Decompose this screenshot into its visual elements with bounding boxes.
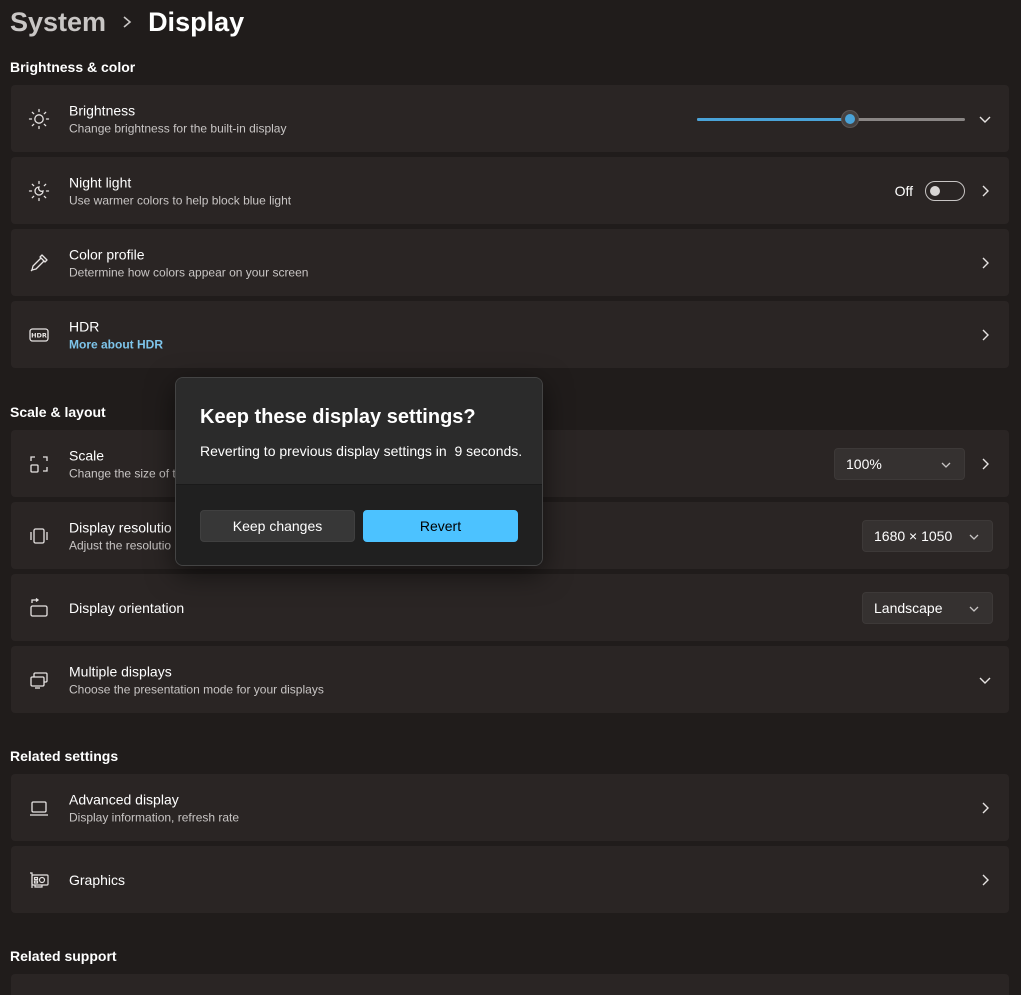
night-light-card[interactable]: Night light Use warmer colors to help bl… bbox=[11, 157, 1009, 224]
sun-icon bbox=[28, 108, 50, 130]
dialog-title: Keep these display settings? bbox=[200, 406, 476, 428]
chevron-down-icon bbox=[968, 603, 980, 615]
brightness-subtitle: Change brightness for the built-in displ… bbox=[69, 121, 287, 135]
section-brightness-color: Brightness & color bbox=[10, 59, 136, 75]
orientation-icon bbox=[28, 597, 50, 619]
chevron-down-icon[interactable] bbox=[977, 111, 993, 127]
color-profile-card[interactable]: Color profile Determine how colors appea… bbox=[11, 229, 1009, 296]
brightness-title: Brightness bbox=[69, 102, 136, 118]
multiple-displays-icon bbox=[28, 669, 50, 691]
section-related-support: Related support bbox=[10, 948, 117, 964]
resolution-value: 1680 × 1050 bbox=[874, 527, 953, 544]
resolution-dropdown[interactable]: 1680 × 1050 bbox=[862, 519, 993, 552]
advanced-display-card[interactable]: Advanced display Display information, re… bbox=[11, 774, 1009, 841]
scale-dropdown[interactable]: 100% bbox=[834, 447, 965, 480]
multiple-displays-card[interactable]: Multiple displays Choose the presentatio… bbox=[11, 646, 1009, 713]
chevron-down-icon[interactable] bbox=[977, 672, 993, 688]
breadcrumb-system[interactable]: System bbox=[10, 7, 106, 38]
slider-thumb[interactable] bbox=[840, 109, 859, 128]
orientation-dropdown[interactable]: Landscape bbox=[862, 591, 993, 624]
keep-settings-dialog: Keep these display settings? Reverting t… bbox=[175, 377, 543, 566]
hdr-title: HDR bbox=[69, 318, 100, 334]
scale-icon bbox=[28, 453, 50, 475]
resolution-icon bbox=[28, 525, 50, 547]
brightness-card[interactable]: Brightness Change brightness for the bui… bbox=[11, 85, 1009, 152]
related-support-card[interactable] bbox=[11, 974, 1009, 995]
chevron-right-icon[interactable] bbox=[977, 456, 993, 472]
chevron-right-icon[interactable] bbox=[977, 255, 993, 271]
scale-subtitle: Change the size of t bbox=[69, 466, 176, 480]
scale-value: 100% bbox=[846, 455, 882, 472]
color-profile-subtitle: Determine how colors appear on your scre… bbox=[69, 265, 309, 279]
multiple-displays-title: Multiple displays bbox=[69, 663, 172, 679]
scale-title: Scale bbox=[69, 447, 105, 463]
page-title: Display bbox=[148, 6, 245, 37]
laptop-icon bbox=[28, 797, 50, 819]
graphics-card[interactable]: Graphics bbox=[11, 846, 1009, 913]
chevron-down-icon bbox=[940, 459, 952, 471]
resolution-subtitle: Adjust the resolutio bbox=[69, 538, 172, 552]
night-light-title: Night light bbox=[69, 174, 132, 190]
multiple-displays-subtitle: Choose the presentation mode for your di… bbox=[69, 682, 324, 696]
night-light-subtitle: Use warmer colors to help block blue lig… bbox=[69, 193, 292, 207]
orientation-title: Display orientation bbox=[69, 599, 185, 616]
dialog-message: Reverting to previous display settings i… bbox=[200, 443, 523, 459]
chevron-right-icon[interactable] bbox=[977, 327, 993, 343]
svg-text:HDR: HDR bbox=[31, 331, 47, 339]
orientation-value: Landscape bbox=[874, 599, 943, 616]
display-orientation-card[interactable]: Display orientation Landscape bbox=[11, 574, 1009, 641]
dialog-footer: Keep changes Revert bbox=[176, 484, 542, 565]
graphics-card-icon bbox=[28, 869, 50, 891]
more-about-hdr-link[interactable]: More about HDR bbox=[69, 336, 163, 352]
slider-fill bbox=[697, 117, 850, 121]
hdr-icon: HDR bbox=[28, 324, 50, 346]
color-profile-title: Color profile bbox=[69, 246, 145, 262]
toggle-knob bbox=[930, 185, 940, 196]
chevron-down-icon bbox=[968, 531, 980, 543]
dialog-body: Keep these display settings? Reverting t… bbox=[176, 378, 542, 484]
section-related-settings: Related settings bbox=[10, 748, 119, 764]
advanced-display-subtitle: Display information, refresh rate bbox=[69, 810, 240, 824]
chevron-right-icon[interactable] bbox=[977, 800, 993, 816]
chevron-right-icon[interactable] bbox=[977, 872, 993, 888]
brightness-slider[interactable] bbox=[697, 109, 965, 129]
night-light-icon bbox=[28, 180, 50, 202]
revert-button[interactable]: Revert bbox=[363, 510, 518, 542]
resolution-title: Display resolutio bbox=[69, 519, 172, 535]
advanced-display-title: Advanced display bbox=[69, 791, 179, 807]
chevron-right-icon bbox=[120, 12, 134, 32]
keep-changes-button[interactable]: Keep changes bbox=[200, 510, 355, 542]
night-light-toggle[interactable] bbox=[925, 180, 965, 201]
hdr-card[interactable]: HDR HDR More about HDR bbox=[11, 301, 1009, 368]
section-scale-layout: Scale & layout bbox=[10, 404, 106, 420]
eyedropper-icon bbox=[28, 252, 50, 274]
night-light-state: Off bbox=[894, 182, 913, 199]
breadcrumb: System Display bbox=[10, 2, 244, 42]
chevron-right-icon[interactable] bbox=[977, 183, 993, 199]
graphics-title: Graphics bbox=[69, 871, 126, 888]
